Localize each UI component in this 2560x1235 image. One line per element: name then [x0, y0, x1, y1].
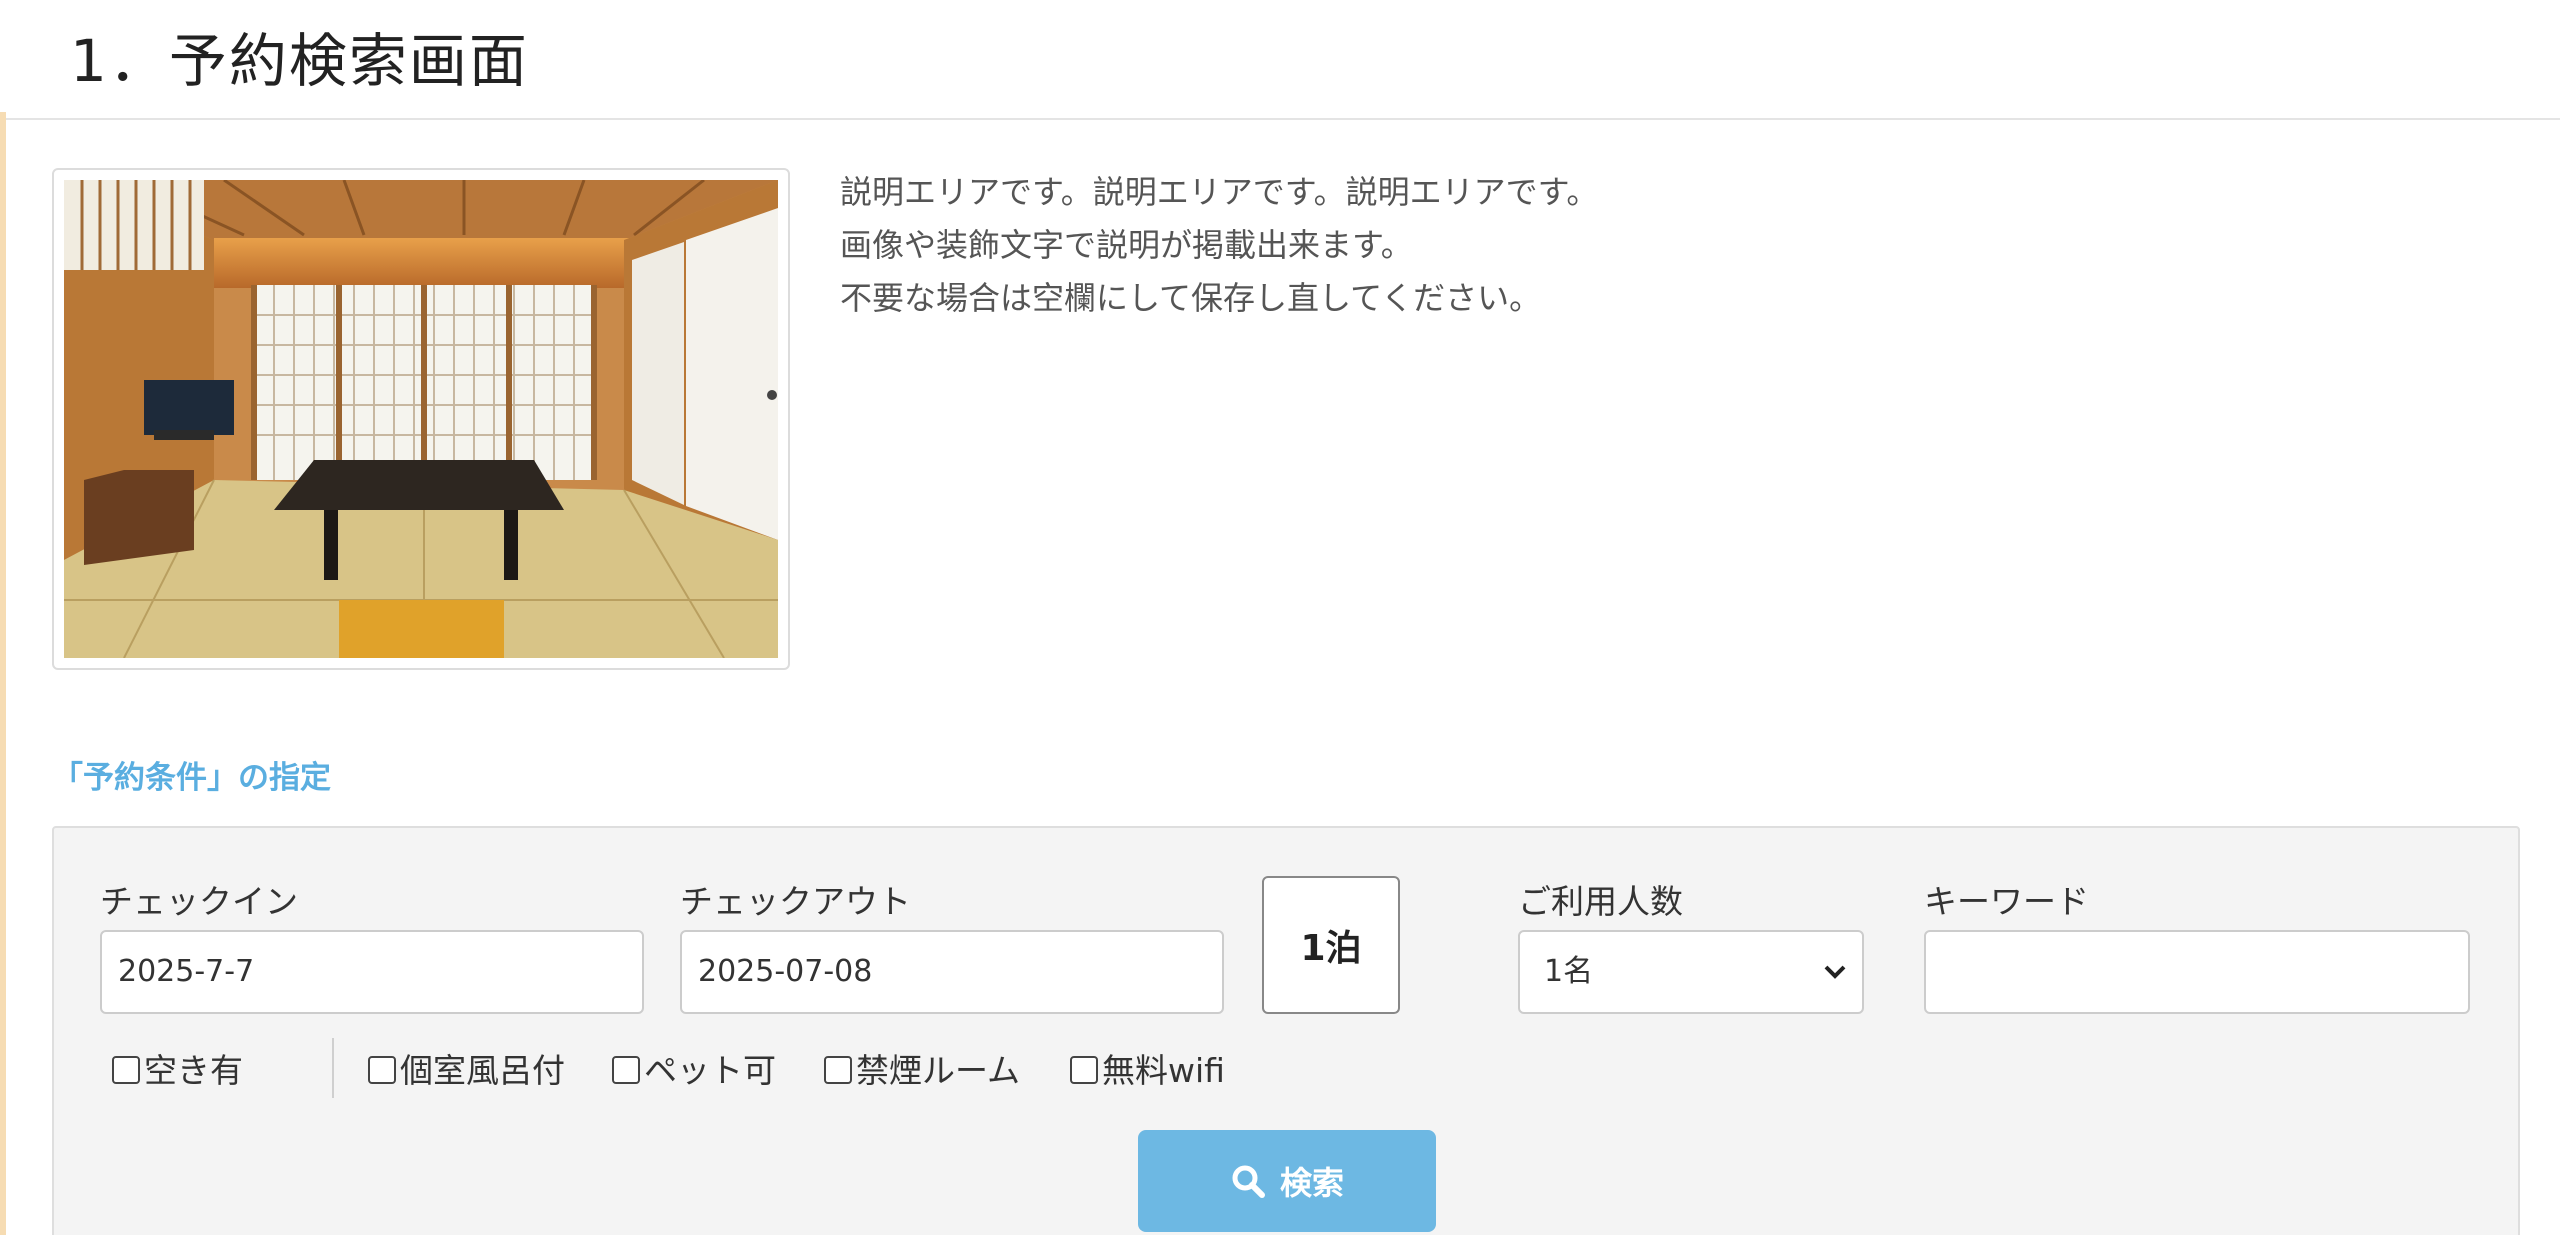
filter-free-wifi[interactable]: 無料wifi: [1070, 1038, 1225, 1098]
filter-divider: [332, 1038, 334, 1098]
filter-non-smoking[interactable]: 禁煙ルーム: [824, 1038, 1020, 1098]
private-bath-checkbox[interactable]: [368, 1056, 396, 1084]
filter-label: ペット可: [644, 1051, 776, 1090]
guests-select[interactable]: 1名: [1518, 930, 1864, 1014]
non-smoking-checkbox[interactable]: [824, 1056, 852, 1084]
guests-label: ご利用人数: [1518, 882, 1683, 921]
filter-label: 個室風呂付: [400, 1051, 565, 1090]
free-wifi-checkbox[interactable]: [1070, 1056, 1098, 1084]
keyword-label: キーワード: [1924, 882, 2089, 921]
checkin-label: チェックイン: [100, 882, 298, 921]
search-button[interactable]: 検索: [1138, 1130, 1436, 1232]
checkin-input[interactable]: 2025-7-7: [100, 930, 644, 1014]
filter-label: 禁煙ルーム: [856, 1051, 1021, 1090]
filter-pets-ok[interactable]: ペット可: [612, 1038, 776, 1098]
intro-line: 画像や装飾文字で説明が掲載出来ます。: [840, 226, 1413, 264]
pets-ok-checkbox[interactable]: [612, 1056, 640, 1084]
chevron-down-icon: [1824, 965, 1846, 979]
japanese-room-image: [64, 180, 778, 658]
checkout-input[interactable]: 2025-07-08: [680, 930, 1224, 1014]
room-photo: [52, 168, 790, 670]
page-header: 1．予約検索画面: [0, 0, 2560, 120]
vacancy-checkbox[interactable]: [112, 1056, 140, 1084]
search-icon: [1232, 1165, 1265, 1198]
checkout-label: チェックアウト: [680, 882, 911, 921]
keyword-input[interactable]: [1924, 930, 2470, 1014]
filter-private-bath[interactable]: 個室風呂付: [368, 1038, 565, 1098]
page-title: 1．予約検索画面: [70, 27, 529, 95]
filter-vacancy[interactable]: 空き有: [112, 1038, 243, 1098]
intro-line: 説明エリアです。説明エリアです。説明エリアです。: [840, 173, 1599, 211]
search-panel: チェックイン 2025-7-7 チェックアウト 2025-07-08 1泊 ご利…: [52, 826, 2520, 1235]
intro-description: 説明エリアです。説明エリアです。説明エリアです。 画像や装飾文字で説明が掲載出来…: [840, 166, 1598, 325]
left-accent-bar: [0, 112, 6, 1235]
filter-label: 空き有: [144, 1051, 243, 1090]
guests-select-value: 1名: [1544, 954, 1594, 989]
section-heading: 「予約条件」の指定: [52, 760, 331, 796]
nights-display: 1泊: [1262, 876, 1400, 1014]
intro-line: 不要な場合は空欄にして保存し直してください。: [840, 279, 1542, 317]
search-button-label: 検索: [1279, 1164, 1344, 1202]
filter-label: 無料wifi: [1102, 1051, 1225, 1090]
